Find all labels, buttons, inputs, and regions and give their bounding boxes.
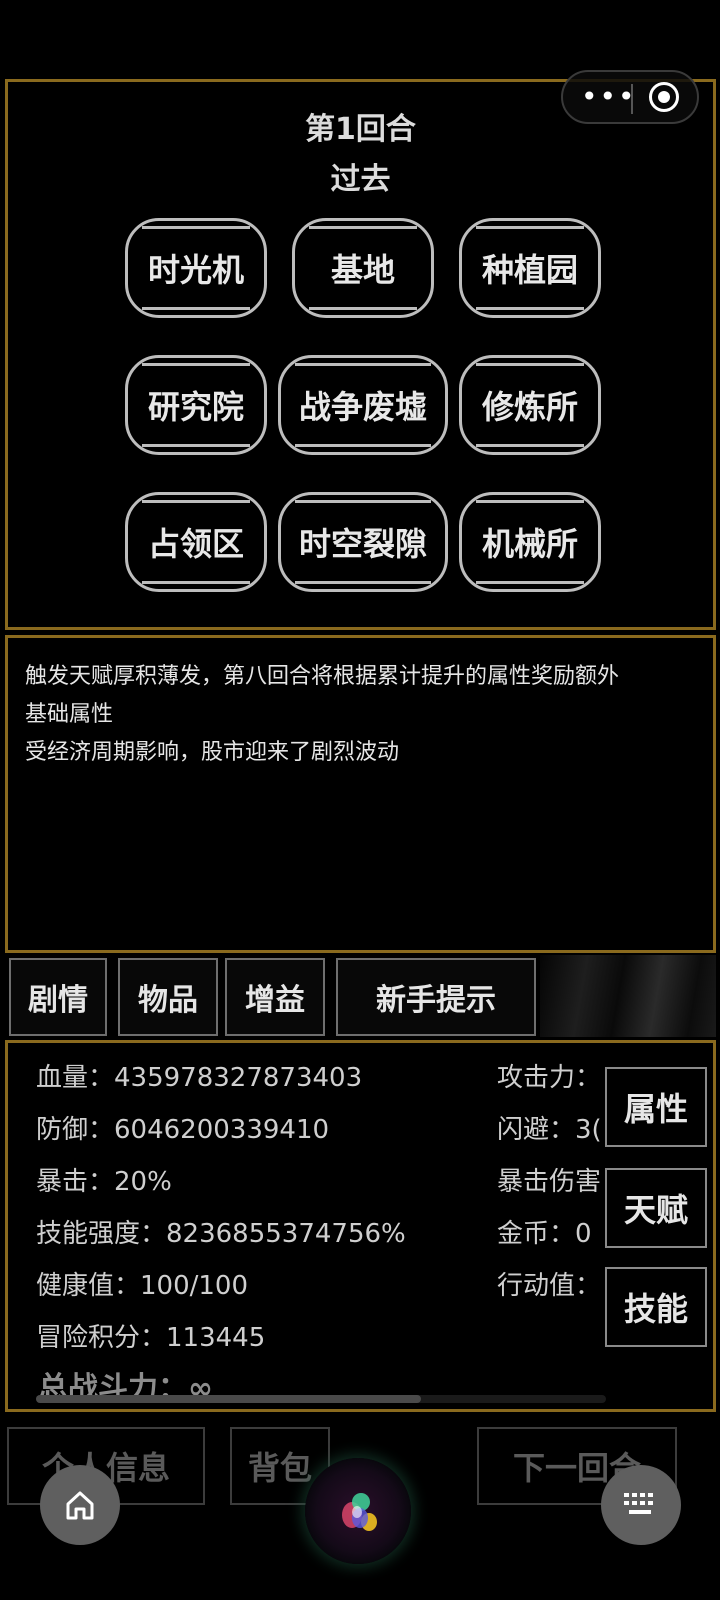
keyboard-button[interactable] xyxy=(601,1465,681,1545)
stat-adventure-points: 冒险积分：113445 xyxy=(36,1323,266,1353)
location-rift-button[interactable]: 时空裂隙 xyxy=(278,492,448,592)
tab-story[interactable]: 剧情 xyxy=(9,958,107,1036)
stat-skill-power: 技能强度：8236855374756% xyxy=(36,1219,406,1249)
era-label: 过去 xyxy=(330,162,391,197)
talents-button[interactable]: 天赋 xyxy=(605,1168,707,1248)
stat-action-points: 行动值： xyxy=(497,1271,602,1301)
assistant-orb[interactable] xyxy=(305,1458,411,1564)
location-time-machine-button[interactable]: 时光机 xyxy=(125,218,267,318)
orb-icon xyxy=(342,1493,377,1531)
stat-attack: 攻击力： xyxy=(497,1063,602,1093)
location-war-ruins-button[interactable]: 战争废墟 xyxy=(278,355,448,455)
stat-crit: 暴击：20% xyxy=(36,1167,172,1197)
location-mechanical-button[interactable]: 机械所 xyxy=(459,492,601,592)
stat-dodge: 闪避：3( xyxy=(497,1115,602,1145)
stat-hp: 血量：435978327873403 xyxy=(36,1063,363,1093)
skills-button[interactable]: 技能 xyxy=(605,1267,707,1347)
location-plantation-button[interactable]: 种植园 xyxy=(459,218,601,318)
capsule-menu: ••• xyxy=(561,70,699,124)
attributes-button[interactable]: 属性 xyxy=(605,1067,707,1147)
home-icon xyxy=(66,1491,94,1520)
stat-gold: 金币：0 xyxy=(497,1219,592,1249)
location-training-button[interactable]: 修炼所 xyxy=(459,355,601,455)
keyboard-icon xyxy=(624,1493,653,1514)
stats-panel: 血量：435978327873403 防御：6046200339410 暴击：2… xyxy=(5,1040,716,1412)
more-dots-icon[interactable]: ••• xyxy=(581,82,637,112)
home-button[interactable] xyxy=(40,1465,120,1545)
location-research-button[interactable]: 研究院 xyxy=(125,355,267,455)
location-panel: 第1回合 过去 时光机 基地 种植园 研究院 战争废墟 修炼所 占领区 时空裂隙… xyxy=(5,79,716,630)
stat-crit-damage: 暴击伤害 xyxy=(497,1167,602,1197)
log-line: 受经济周期影响，股市迎来了剧烈波动 xyxy=(25,740,400,765)
target-icon[interactable] xyxy=(649,82,679,112)
tab-items[interactable]: 物品 xyxy=(118,958,218,1036)
log-line: 触发天赋厚积薄发，第八回合将根据累计提升的属性奖励额外 xyxy=(25,664,620,689)
tab-buffs[interactable]: 增益 xyxy=(225,958,325,1036)
stat-defense: 防御：6046200339410 xyxy=(36,1115,330,1145)
location-base-button[interactable]: 基地 xyxy=(292,218,434,318)
stat-health: 健康值：100/100 xyxy=(36,1271,249,1301)
horizontal-scrollbar[interactable] xyxy=(36,1395,421,1403)
event-log: 触发天赋厚积薄发，第八回合将根据累计提升的属性奖励额外 基础属性 受经济周期影响… xyxy=(5,635,716,953)
capsule-divider xyxy=(631,84,633,114)
tab-tips[interactable]: 新手提示 xyxy=(336,958,536,1036)
log-line: 基础属性 xyxy=(25,702,114,727)
tab-bar-decoration xyxy=(540,955,716,1037)
location-occupied-zone-button[interactable]: 占领区 xyxy=(125,492,267,592)
